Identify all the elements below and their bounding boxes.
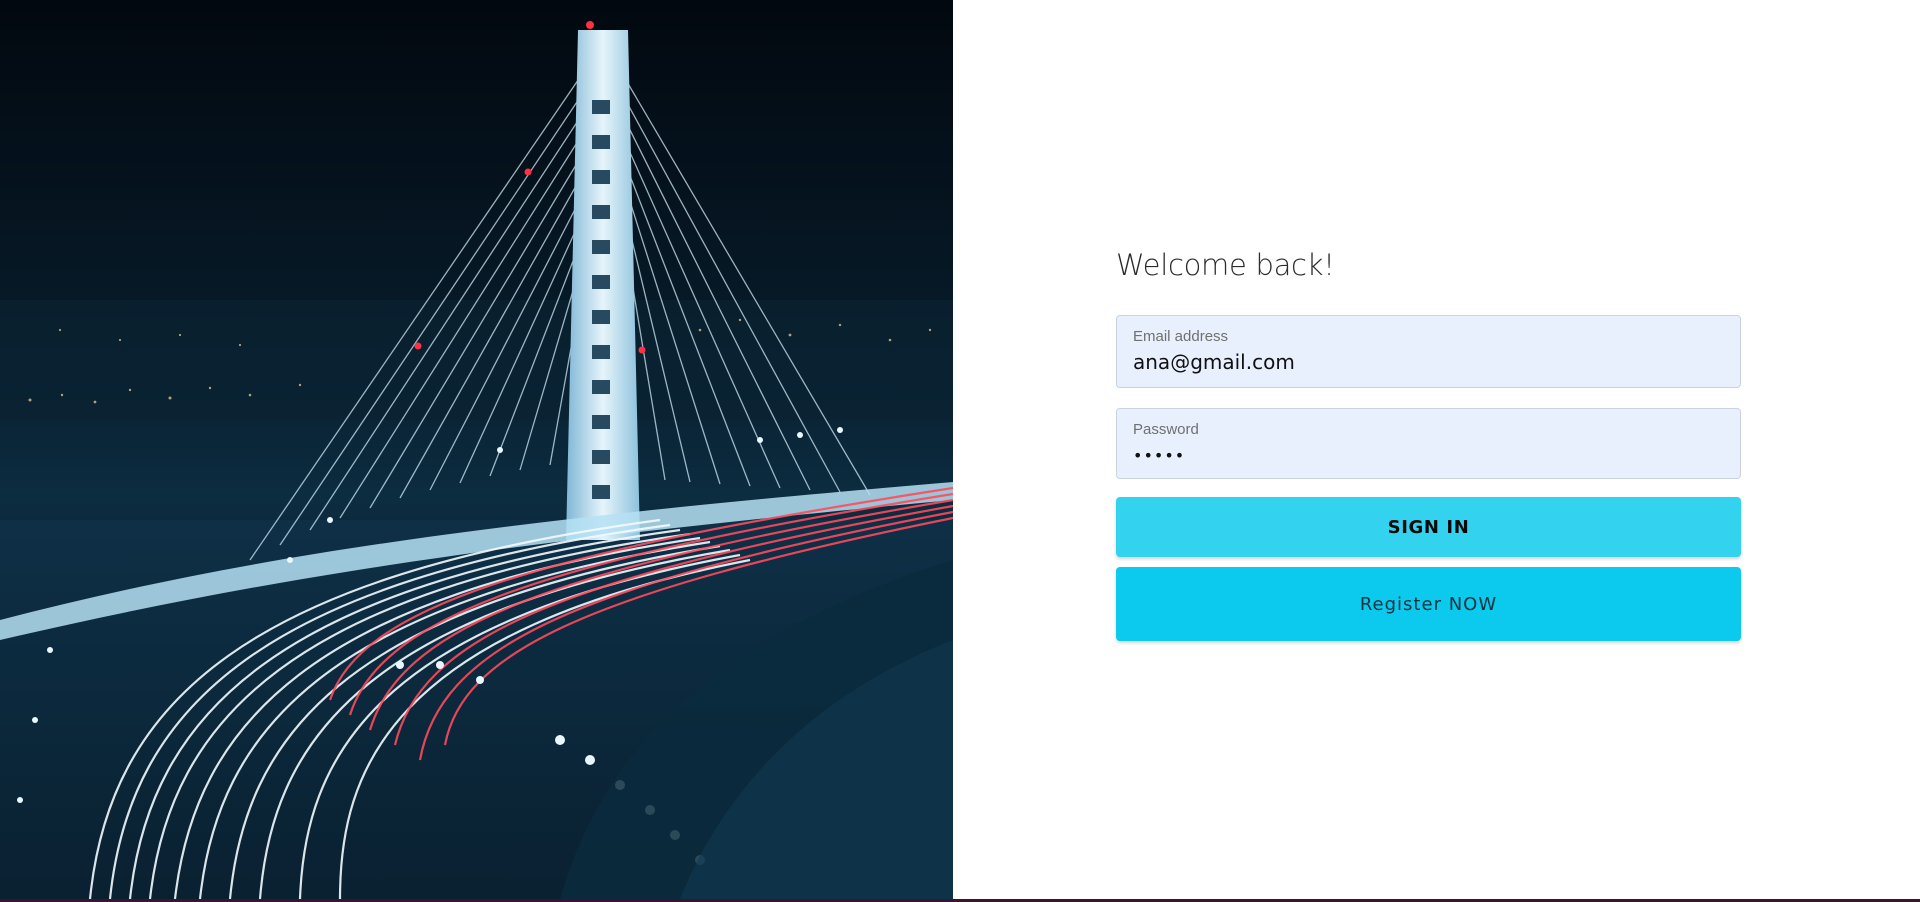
password-input[interactable]: ••••• [1133,446,1713,465]
welcome-heading: Welcome back! [1116,248,1335,282]
email-label: Email address [1133,328,1229,345]
login-panel: Welcome back! Email address Password •••… [953,0,1920,899]
email-field[interactable]: Email address [1116,315,1741,388]
register-button[interactable]: Register NOW [1116,567,1741,641]
password-label: Password [1133,421,1199,438]
password-field[interactable]: Password ••••• [1116,408,1741,479]
hero-image [0,0,953,899]
login-page: Welcome back! Email address Password •••… [0,0,1920,902]
sign-in-button[interactable]: SIGN IN [1116,497,1741,557]
email-input[interactable] [1133,350,1713,374]
login-form: Welcome back! Email address Password •••… [1116,248,1741,641]
bridge-illustration [0,0,953,899]
